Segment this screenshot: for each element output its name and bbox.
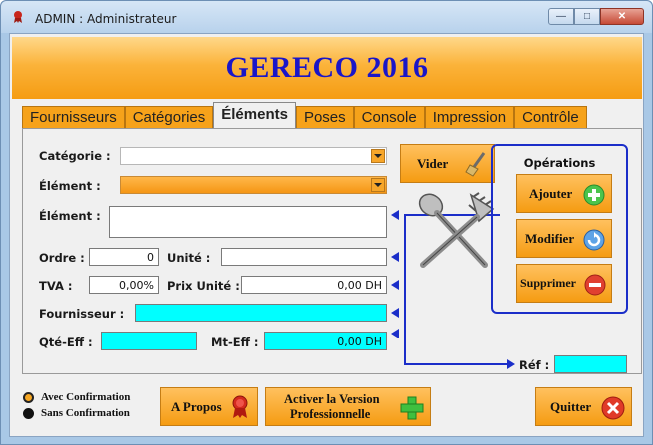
avec-confirmation-label: Avec Confirmation xyxy=(41,391,131,403)
arrow-left-icon xyxy=(391,329,399,338)
maximize-button[interactable]: □ xyxy=(574,8,600,25)
arrow-right-icon xyxy=(507,359,515,369)
tab-elements[interactable]: Éléments xyxy=(213,102,296,128)
operations-title: Opérations xyxy=(523,156,596,170)
supprimer-label: Supprimer xyxy=(520,276,577,290)
element-select-label: Élément : xyxy=(39,179,101,193)
tva-field[interactable]: 0,00% xyxy=(89,276,159,294)
apropos-label: A Propos xyxy=(171,398,222,414)
chevron-down-icon[interactable] xyxy=(371,149,385,163)
element-textarea[interactable] xyxy=(109,206,387,238)
banner-title: GERECO 2016 xyxy=(225,51,429,84)
qte-eff-label: Qté-Eff : xyxy=(39,335,93,349)
arrow-left-icon xyxy=(391,252,399,262)
connector-arrows xyxy=(391,210,399,338)
ordre-label: Ordre : xyxy=(39,251,85,265)
fournisseur-field[interactable] xyxy=(135,304,387,322)
tva-label: TVA : xyxy=(39,279,73,293)
avec-confirmation-option[interactable]: Avec Confirmation xyxy=(23,391,130,403)
ref-field[interactable] xyxy=(554,355,627,373)
activer-version-button[interactable]: Activer la Version Professionnelle xyxy=(265,387,431,426)
radio-unselected-icon xyxy=(23,407,34,419)
vider-label: Vider xyxy=(417,155,449,171)
broom-icon xyxy=(465,152,486,177)
add-icon xyxy=(583,184,605,206)
activer-line1: Activer la Version xyxy=(284,391,380,406)
supprimer-button[interactable]: Supprimer xyxy=(516,264,612,303)
connector-line xyxy=(404,214,406,364)
maximize-icon: □ xyxy=(583,11,591,22)
tab-impression[interactable]: Impression xyxy=(424,106,515,128)
qte-eff-field[interactable] xyxy=(101,332,197,350)
close-icon xyxy=(601,396,625,420)
modifier-label: Modifier xyxy=(525,230,575,246)
arrow-left-icon xyxy=(391,308,399,318)
app-window: ADMIN : Administrateur — □ ✕ GERECO 2016… xyxy=(0,0,653,445)
categorie-label: Catégorie : xyxy=(39,149,111,163)
fournisseur-label: Fournisseur : xyxy=(39,307,125,321)
award-ribbon-icon xyxy=(232,395,248,418)
fork-knife-icon xyxy=(418,192,495,268)
green-plus-icon xyxy=(400,396,424,420)
sans-confirmation-option[interactable]: Sans Confirmation xyxy=(23,407,130,419)
mt-eff-field[interactable]: 0,00 DH xyxy=(264,332,387,350)
arrow-left-icon xyxy=(391,280,399,290)
close-icon: ✕ xyxy=(617,11,627,22)
connector-line xyxy=(404,363,512,365)
ref-label: Réf : xyxy=(519,358,550,372)
tab-fournisseurs[interactable]: Fournisseurs xyxy=(22,106,125,128)
vider-button[interactable]: Vider xyxy=(400,144,495,183)
mt-eff-label: Mt-Eff : xyxy=(211,335,259,349)
tab-poses[interactable]: Poses xyxy=(295,106,354,128)
ordre-field[interactable]: 0 xyxy=(89,248,159,266)
prix-unite-label: Prix Unité : xyxy=(167,279,240,293)
modifier-button[interactable]: Modifier xyxy=(516,219,612,258)
ajouter-label: Ajouter xyxy=(529,185,573,201)
prix-unite-field[interactable]: 0,00 DH xyxy=(241,276,387,294)
banner: GERECO 2016 xyxy=(12,37,642,99)
quitter-label: Quitter xyxy=(550,398,592,414)
apropos-button[interactable]: A Propos xyxy=(160,387,258,426)
arrow-left-icon xyxy=(391,210,399,220)
window-controls: — □ ✕ xyxy=(548,8,644,25)
close-window-button[interactable]: ✕ xyxy=(600,8,644,25)
radio-selected-icon xyxy=(23,391,34,403)
categorie-select[interactable] xyxy=(120,147,387,165)
quitter-button[interactable]: Quitter xyxy=(535,387,632,426)
activer-line2: Professionnelle xyxy=(290,406,371,421)
award-ribbon-icon xyxy=(14,11,22,23)
minimize-button[interactable]: — xyxy=(548,8,574,25)
tab-controle[interactable]: Contrôle xyxy=(514,106,587,128)
title-bar: ADMIN : Administrateur — □ ✕ xyxy=(1,1,652,33)
sans-confirmation-label: Sans Confirmation xyxy=(41,407,130,419)
tab-bar: Fournisseurs Catégories Éléments Poses C… xyxy=(22,102,587,128)
tab-categories[interactable]: Catégories xyxy=(124,106,214,128)
delete-icon xyxy=(584,274,606,296)
ajouter-button[interactable]: Ajouter xyxy=(516,174,612,213)
minimize-icon: — xyxy=(556,11,566,22)
refresh-icon xyxy=(583,229,605,251)
element-text-label: Élément : xyxy=(39,209,101,223)
unite-label: Unité : xyxy=(167,251,211,265)
chevron-down-icon[interactable] xyxy=(371,178,385,192)
unite-field[interactable] xyxy=(221,248,387,266)
window-title: ADMIN : Administrateur xyxy=(35,12,177,26)
element-select[interactable] xyxy=(120,176,387,194)
tab-console[interactable]: Console xyxy=(353,106,425,128)
